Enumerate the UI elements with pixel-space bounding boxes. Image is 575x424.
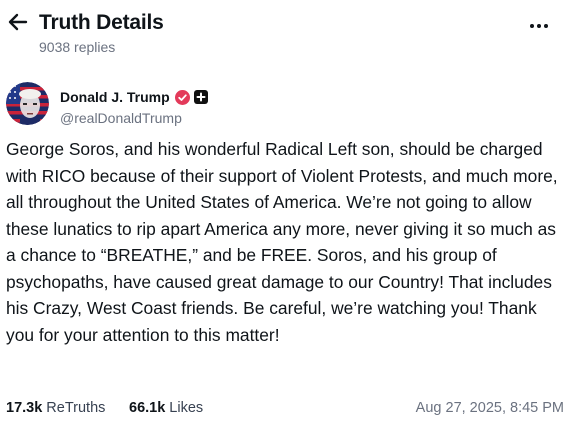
retruths-stat[interactable]: 17.3k ReTruths [6,398,105,418]
post-author: Donald J. Trump @realDonaldTrump [6,82,566,130]
author-handle[interactable]: @realDonaldTrump [60,109,182,127]
truth-details-page: Truth Details 9038 replies Donald J. Tru… [0,0,575,424]
author-name[interactable]: Donald J. Trump [60,87,170,107]
page-title: Truth Details [39,11,164,34]
post-timestamp: Aug 27, 2025, 8:45 PM [415,400,564,416]
more-horizontal-icon [530,24,548,28]
post-text: George Soros, and his wonderful Radical … [6,139,558,345]
more-options-button[interactable] [527,14,551,38]
retruths-count: 17.3k [6,400,43,416]
avatar[interactable] [6,82,49,125]
verified-check-icon [174,89,190,105]
page-header: Truth Details 9038 replies [0,0,575,70]
retruths-label: ReTruths [46,400,106,416]
back-button[interactable] [6,10,30,34]
author-name-row: Donald J. Trump [60,87,208,107]
post-stats: 17.3k ReTruths 66.1k Likes Aug 27, 2025, 8… [6,398,566,418]
replies-count: 9038 replies [39,39,116,55]
likes-count: 66.1k [129,400,166,416]
plus-badge-icon [193,90,208,104]
likes-label: Likes [169,400,204,416]
likes-stat[interactable]: 66.1k Likes [129,398,203,418]
arrow-left-icon [8,13,28,31]
